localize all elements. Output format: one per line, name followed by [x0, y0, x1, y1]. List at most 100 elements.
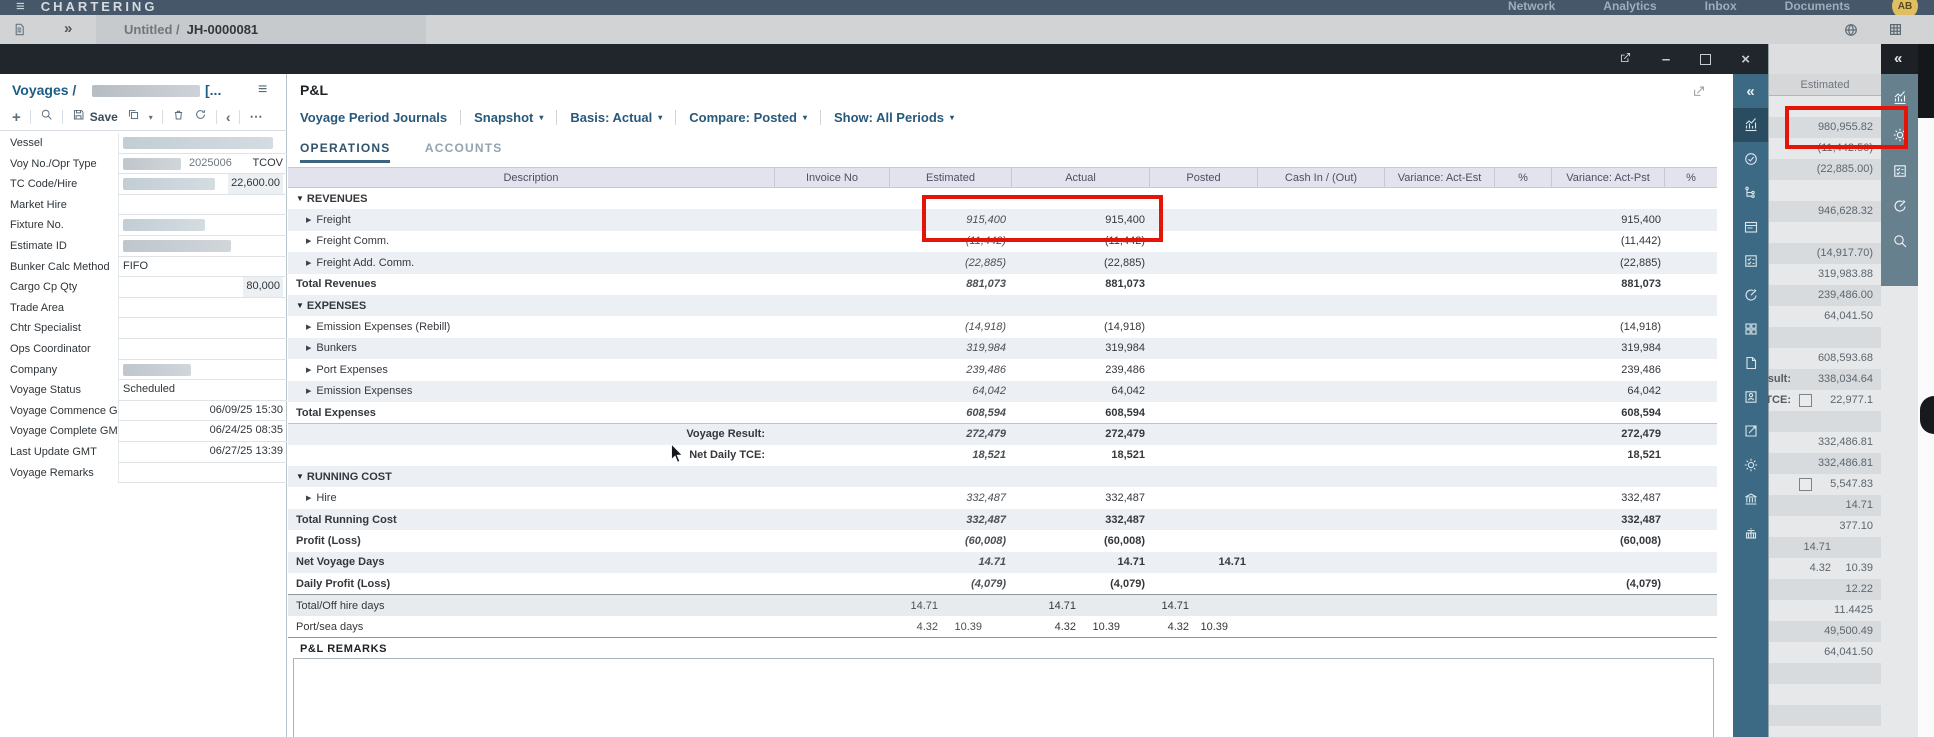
expand-triangle-icon[interactable]: ▶: [306, 494, 311, 502]
tab-overflow-chevrons[interactable]: »: [64, 20, 72, 37]
strip-checklist-icon[interactable]: [1733, 244, 1768, 278]
expand-triangle-icon[interactable]: ▶: [306, 387, 311, 395]
edge-handle[interactable]: [1920, 396, 1934, 434]
pnl-row-expenses[interactable]: ▼ EXPENSES: [288, 294, 1717, 317]
strip-collapse-icon[interactable]: «: [1733, 74, 1768, 108]
collapse-triangle-icon[interactable]: ▼: [296, 301, 304, 310]
column-header-estimated[interactable]: Estimated: [890, 168, 1012, 187]
pnl-row-voyage-result-[interactable]: Voyage Result: 272,479 272,479 272,479: [288, 423, 1717, 445]
column-header-invoice-no[interactable]: Invoice No: [775, 168, 890, 187]
document-tab-icon[interactable]: [12, 22, 27, 42]
pnl-row-freight-add-comm-[interactable]: ▶ Freight Add. Comm. (22,885) (22,885) (22,8…: [288, 252, 1717, 274]
rail-chart-icon[interactable]: [1881, 90, 1918, 106]
strip-form-icon[interactable]: [1733, 210, 1768, 244]
expand-triangle-icon[interactable]: ▶: [306, 237, 311, 245]
close-icon[interactable]: ×: [1741, 52, 1750, 67]
field-value[interactable]: [118, 194, 287, 216]
field-value[interactable]: 06/09/25 15:30: [118, 400, 287, 422]
pnl-row-profit-loss-[interactable]: Profit (Loss) (60,008) (60,008) (60,008): [288, 530, 1717, 551]
column-header-cash-in-out-[interactable]: Cash In / (Out): [1258, 168, 1385, 187]
column-header-posted[interactable]: Posted: [1150, 168, 1258, 187]
pnl-row-hire[interactable]: ▶ Hire 332,487 332,487 332,487: [288, 487, 1717, 508]
more-options-icon[interactable]: ⋯: [249, 109, 263, 125]
pnl-link-basis-actual[interactable]: Basis: Actual ▾: [570, 110, 677, 125]
field-value[interactable]: [118, 297, 287, 319]
copy-icon[interactable]: [127, 108, 140, 126]
field-value[interactable]: [118, 462, 287, 484]
pnl-remarks-textarea[interactable]: [293, 658, 1714, 737]
field-value[interactable]: [118, 215, 287, 236]
nav-item-inbox[interactable]: Inbox: [1705, 0, 1737, 13]
strip-bank-icon[interactable]: [1733, 482, 1768, 516]
strip-gear-icon[interactable]: [1733, 448, 1768, 482]
pnl-row-total-expenses[interactable]: Total Expenses 608,594 608,594 608,594: [288, 402, 1717, 423]
strip-pen-icon[interactable]: [1733, 278, 1768, 312]
field-value[interactable]: 2025006 TCOV: [118, 153, 287, 175]
field-value[interactable]: 06/24/25 08:35: [118, 421, 287, 442]
pnl-row-port-expenses[interactable]: ▶ Port Expenses 239,486 239,486 239,486: [288, 359, 1717, 380]
field-value[interactable]: [118, 133, 287, 154]
field-value[interactable]: Scheduled: [118, 380, 287, 401]
rail-search-icon[interactable]: [1881, 233, 1918, 249]
pnl-link-snapshot[interactable]: Snapshot ▾: [474, 110, 558, 125]
panel-menu-icon[interactable]: ≡: [258, 81, 267, 99]
pnl-row-port-sea-days[interactable]: Port/sea days 4.32 10.39 4.32 10.39 4.32 10.39: [288, 616, 1717, 637]
checkbox[interactable]: [1799, 394, 1812, 407]
checkbox[interactable]: [1799, 478, 1812, 491]
tab-accounts[interactable]: ACCOUNTS: [425, 141, 503, 155]
minimize-icon[interactable]: –: [1662, 52, 1670, 67]
field-value[interactable]: 22,600.00: [118, 174, 287, 195]
pnl-link-compare-posted[interactable]: Compare: Posted ▾: [689, 110, 821, 125]
maximize-icon[interactable]: [1700, 53, 1712, 65]
strip-contact-card-icon[interactable]: [1733, 380, 1768, 414]
nav-item-documents[interactable]: Documents: [1785, 0, 1850, 13]
pnl-link-show-all-periods[interactable]: Show: All Periods ▾: [834, 110, 967, 125]
field-value[interactable]: [118, 318, 287, 339]
save-icon[interactable]: [72, 108, 85, 126]
avatar[interactable]: AB: [1892, 0, 1918, 15]
nav-item-network[interactable]: Network: [1508, 0, 1555, 13]
active-tab[interactable]: Untitled / JH-0000081: [96, 15, 426, 44]
strip-globe-check-icon[interactable]: [1733, 142, 1768, 176]
tab-operations[interactable]: OPERATIONS: [300, 141, 391, 163]
column-header-description[interactable]: Description: [288, 168, 775, 187]
expand-triangle-icon[interactable]: ▶: [306, 259, 311, 267]
popout-icon[interactable]: [1619, 51, 1632, 67]
strip-document-icon[interactable]: [1733, 346, 1768, 380]
rail-checklist-icon[interactable]: [1881, 163, 1918, 179]
column-header-variance-act-pst[interactable]: Variance: Act-Pst: [1552, 168, 1665, 187]
add-button[interactable]: +: [12, 109, 21, 126]
expand-panel-icon[interactable]: [1692, 84, 1706, 103]
pnl-row-total-running-cost[interactable]: Total Running Cost 332,487 332,487 332,487: [288, 508, 1717, 531]
delete-icon[interactable]: [172, 108, 185, 126]
field-value[interactable]: [118, 235, 287, 257]
field-value[interactable]: [118, 338, 287, 360]
collapse-triangle-icon[interactable]: ▼: [296, 472, 304, 481]
strip-squares-icon[interactable]: [1733, 312, 1768, 346]
search-icon[interactable]: [40, 108, 53, 126]
expand-triangle-icon[interactable]: ▶: [306, 366, 311, 374]
pnl-row-total-off-hire-days[interactable]: Total/Off hire days 14.71 14.71 14.71: [288, 594, 1717, 616]
pnl-row-bunkers[interactable]: ▶ Bunkers 319,984 319,984 319,984: [288, 337, 1717, 360]
pnl-row-total-revenues[interactable]: Total Revenues 881,073 881,073 881,073: [288, 274, 1717, 295]
field-value[interactable]: FIFO: [118, 256, 287, 278]
rail-pen-icon[interactable]: [1881, 198, 1918, 214]
grid-apps-icon[interactable]: [1888, 22, 1903, 42]
strip-note-icon[interactable]: [1733, 414, 1768, 448]
collapse-triangle-icon[interactable]: ▼: [296, 194, 304, 203]
column-header-variance-act-est[interactable]: Variance: Act-Est: [1385, 168, 1495, 187]
hamburger-menu-icon[interactable]: ≡: [16, 0, 25, 15]
pnl-row-net-voyage-days[interactable]: Net Voyage Days 14.71 14.71 14.71: [288, 551, 1717, 574]
pnl-row-emission-expenses-rebill-[interactable]: ▶ Emission Expenses (Rebill) (14,918) (14,9…: [288, 316, 1717, 337]
field-value[interactable]: [118, 359, 287, 381]
pnl-row-net-daily-tce-[interactable]: Net Daily TCE: 18,521 18,521 18,521: [288, 445, 1717, 466]
pnl-row-emission-expenses[interactable]: ▶ Emission Expenses 64,042 64,042 64,042: [288, 380, 1717, 402]
column-header--[interactable]: %: [1495, 168, 1552, 187]
expand-triangle-icon[interactable]: ▶: [306, 216, 311, 224]
pnl-link-voyage-period-journals[interactable]: Voyage Period Journals: [300, 110, 462, 125]
strip-chart-icon[interactable]: [1733, 108, 1768, 142]
expand-triangle-icon[interactable]: ▶: [306, 344, 311, 352]
pnl-row-running-cost[interactable]: ▼ RUNNING COST: [288, 466, 1717, 488]
strip-container-icon[interactable]: [1733, 516, 1768, 550]
copy-dropdown-caret-icon[interactable]: ▾: [149, 113, 153, 122]
